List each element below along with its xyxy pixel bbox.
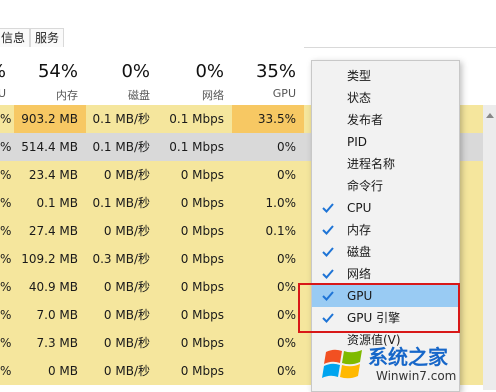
cell-net: 0.1 Mbps <box>158 105 232 133</box>
menu-item-8[interactable]: 磁盘 <box>312 241 459 263</box>
column-usage-percent: % <box>0 61 6 82</box>
checkmark-icon <box>322 247 334 257</box>
annotation-highlight-box <box>298 283 460 333</box>
column-usage-percent: 35% <box>255 61 296 82</box>
cell-gpu: 0.1% <box>232 217 304 245</box>
column-label: 网络 <box>202 89 224 102</box>
cell-c0: % <box>0 357 14 385</box>
menu-item-0[interactable]: 类型 <box>312 65 459 87</box>
cell-mem: 23.4 MB <box>14 161 86 189</box>
cell-net: 0 Mbps <box>158 329 232 357</box>
menu-item-label: 命令行 <box>347 179 384 193</box>
cell-c0: % <box>0 140 12 154</box>
menu-item-4[interactable]: 进程名称 <box>312 153 459 175</box>
cell-disk: 0.1 MB/秒 <box>86 189 158 217</box>
menu-item-9[interactable]: 网络 <box>312 263 459 285</box>
column-label: U <box>0 87 6 100</box>
tab-services[interactable]: 服务 <box>30 28 65 47</box>
cell-disk: 0 MB/秒 <box>86 357 158 385</box>
menu-item-2[interactable]: 发布者 <box>312 109 459 131</box>
cell-gpu: 0% <box>232 301 304 329</box>
cell-mem: 903.2 MB <box>14 105 86 133</box>
cell-mem: 109.2 MB <box>14 245 86 273</box>
cell-mem: 0.1 MB <box>14 189 86 217</box>
menu-item-3[interactable]: PID <box>312 131 459 153</box>
cell-mem: 514.4 MB <box>21 140 78 154</box>
cell-gpu: 0% <box>232 245 304 273</box>
cell-gpu: 0% <box>232 161 304 189</box>
cell-net: 0 Mbps <box>158 273 232 301</box>
column-label: 内存 <box>56 89 78 102</box>
cell-c0: % <box>0 217 14 245</box>
cell-disk: 0 MB/秒 <box>86 273 158 301</box>
cell-net: 0.1 Mbps <box>169 140 224 154</box>
menu-item-label: 状态 <box>347 91 372 105</box>
menu-item-1[interactable]: 状态 <box>312 87 459 109</box>
menu-item-label: 磁盘 <box>347 245 372 259</box>
cell-disk: 0 MB/秒 <box>86 301 158 329</box>
cell-gpu: 33.5% <box>232 105 304 133</box>
cell-gpu: 1.0% <box>232 189 304 217</box>
cell-gpu: 0% <box>232 329 304 357</box>
column-label: GPU <box>272 87 296 100</box>
cell-c0: % <box>0 273 14 301</box>
cell-disk: 0.3 MB/秒 <box>86 245 158 273</box>
tab-details[interactable]: 信息 <box>0 28 31 47</box>
cell-c0: % <box>0 161 14 189</box>
menu-item-label: PID <box>347 135 368 149</box>
cell-disk: 0 MB/秒 <box>86 329 158 357</box>
cell-mem: 7.0 MB <box>14 301 86 329</box>
column-header-4[interactable]: 35% GPU <box>232 47 304 106</box>
cell-c0: % <box>0 329 14 357</box>
menu-item-7[interactable]: 内存 <box>312 219 459 241</box>
watermark-url: Winwin7.com <box>376 369 457 383</box>
checkmark-icon <box>322 203 334 213</box>
cell-disk: 0.1 MB/秒 <box>92 140 150 154</box>
checkmark-icon <box>322 225 334 235</box>
menu-item-label: 发布者 <box>347 113 384 127</box>
menu-item-label: 类型 <box>347 69 372 83</box>
cell-net: 0 Mbps <box>158 357 232 385</box>
cell-c0: % <box>0 105 14 133</box>
cell-gpu: 0% <box>232 357 304 385</box>
cell-net: 0 Mbps <box>158 189 232 217</box>
cell-disk: 0.1 MB/秒 <box>86 105 158 133</box>
menu-item-label: 内存 <box>347 223 372 237</box>
cell-c0: % <box>0 301 14 329</box>
cell-mem: 7.3 MB <box>14 329 86 357</box>
cell-net: 0 Mbps <box>158 161 232 189</box>
watermark: 系统之家 Winwin7.com <box>320 339 496 390</box>
column-header-2[interactable]: 0% 磁盘 <box>86 47 159 106</box>
menu-item-5[interactable]: 命令行 <box>312 175 459 197</box>
cell-disk: 0 MB/秒 <box>86 161 158 189</box>
tab-bar: 信息 服务 <box>0 0 496 48</box>
column-header-3[interactable]: 0% 网络 <box>158 47 233 106</box>
column-usage-percent: 0% <box>195 61 224 82</box>
scroll-up-arrow-icon[interactable] <box>486 113 494 118</box>
column-usage-percent: 54% <box>37 61 78 82</box>
menu-item-label: 进程名称 <box>347 157 396 171</box>
menu-item-label: CPU <box>347 201 372 215</box>
cell-mem: 27.4 MB <box>14 217 86 245</box>
cell-disk: 0 MB/秒 <box>86 217 158 245</box>
windows-logo-icon <box>322 349 362 379</box>
cell-net: 0 Mbps <box>158 301 232 329</box>
cell-c0: % <box>0 189 14 217</box>
column-usage-percent: 0% <box>121 61 150 82</box>
cell-mem: 40.9 MB <box>14 273 86 301</box>
column-header-0[interactable]: %U <box>0 47 15 106</box>
cell-net: 0 Mbps <box>158 217 232 245</box>
checkmark-icon <box>322 269 334 279</box>
watermark-title: 系统之家 <box>368 345 448 369</box>
cell-gpu: 0% <box>232 273 304 301</box>
cell-net: 0 Mbps <box>158 245 232 273</box>
cell-gpu: 0% <box>276 140 296 154</box>
column-label: 磁盘 <box>128 89 150 102</box>
cell-mem: 0 MB <box>14 357 86 385</box>
menu-item-6[interactable]: CPU <box>312 197 459 219</box>
cell-c0: % <box>0 245 14 273</box>
menu-item-label: 网络 <box>347 267 372 281</box>
column-header-1[interactable]: 54% 内存 <box>14 47 87 106</box>
